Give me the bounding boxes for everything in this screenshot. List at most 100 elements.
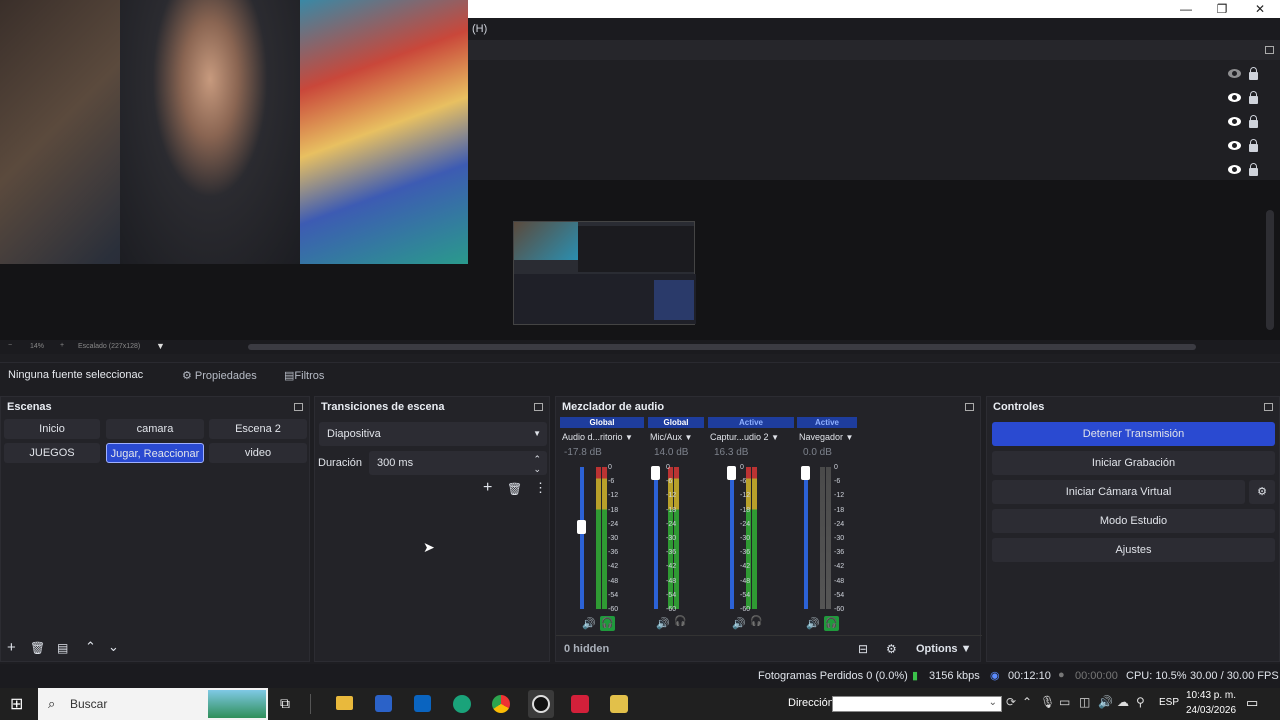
undock-icon[interactable] bbox=[1265, 46, 1274, 54]
channel-name[interactable]: Mic/Aux ▼ bbox=[650, 430, 706, 444]
volume-slider-track[interactable] bbox=[730, 467, 734, 609]
lock-icon[interactable] bbox=[1249, 115, 1258, 128]
visibility-icon[interactable] bbox=[1228, 141, 1241, 150]
source-row[interactable] bbox=[1226, 162, 1266, 180]
undock-icon[interactable] bbox=[1264, 403, 1273, 411]
windows-start-icon[interactable]: ⊞ bbox=[10, 694, 23, 714]
outlook-icon[interactable] bbox=[414, 695, 431, 712]
undock-icon[interactable] bbox=[294, 403, 303, 411]
menu-help[interactable]: (H) bbox=[472, 23, 487, 35]
source-row[interactable] bbox=[1226, 138, 1266, 156]
spin-down-icon[interactable]: ⌄ bbox=[533, 457, 541, 481]
visibility-icon[interactable] bbox=[1228, 69, 1241, 78]
stop-stream-button[interactable]: Detener Transmisión bbox=[992, 422, 1275, 446]
trash-icon[interactable]: 🗑 bbox=[507, 482, 522, 496]
scene-item[interactable]: camara bbox=[106, 419, 204, 439]
chevron-down-icon[interactable]: ▼ bbox=[685, 433, 693, 442]
chrome-icon[interactable] bbox=[492, 695, 510, 713]
zoom-in-button[interactable]: + bbox=[60, 342, 64, 349]
virtual-camera-settings-button[interactable]: ⚙ bbox=[1249, 480, 1275, 504]
filter-icon[interactable]: ▤ bbox=[57, 641, 68, 655]
mic-icon[interactable]: 🎙 bbox=[1040, 695, 1055, 709]
settings-button[interactable]: Ajustes bbox=[992, 538, 1275, 562]
scene-item[interactable]: Inicio bbox=[4, 419, 100, 439]
lock-icon[interactable] bbox=[1249, 91, 1258, 104]
channel-name[interactable]: Navegador ▼ bbox=[799, 430, 859, 444]
clock-time[interactable]: 10:43 p. m. bbox=[1186, 690, 1236, 701]
notifications-icon[interactable]: ▭ bbox=[1246, 695, 1258, 711]
app-red-icon[interactable] bbox=[571, 695, 589, 713]
close-button[interactable]: ✕ bbox=[1242, 0, 1278, 18]
mute-icon[interactable]: 🔊 bbox=[656, 617, 670, 630]
chevron-down-icon[interactable]: ▼ bbox=[771, 433, 779, 442]
volume-slider-track[interactable] bbox=[804, 467, 808, 609]
volume-icon[interactable]: 🔊 bbox=[1098, 695, 1113, 709]
scene-item[interactable]: Escena 2 bbox=[209, 419, 307, 439]
monitor-headphones-icon[interactable]: 🎧 bbox=[750, 616, 762, 627]
volume-slider-handle[interactable] bbox=[577, 519, 586, 534]
volume-slider-track[interactable] bbox=[654, 467, 658, 609]
add-icon[interactable]: + bbox=[7, 639, 16, 656]
more-icon[interactable]: ⋮ bbox=[534, 480, 547, 496]
layout-icon[interactable]: ⊟ bbox=[858, 642, 868, 656]
obs-taskbar-button[interactable] bbox=[528, 690, 554, 718]
preview-vscroll[interactable] bbox=[1266, 210, 1274, 330]
chevron-up-icon[interactable]: ⌃ bbox=[85, 639, 96, 655]
monitor-headphones-icon[interactable]: 🎧 bbox=[674, 616, 686, 627]
lock-icon[interactable] bbox=[1249, 67, 1258, 80]
tray-app-icon[interactable]: ◫ bbox=[1079, 695, 1090, 709]
scene-item-selected[interactable]: Jugar, Reaccionar bbox=[106, 443, 204, 463]
chevron-down-icon[interactable]: ▼ bbox=[625, 433, 633, 442]
add-icon[interactable]: + bbox=[483, 479, 492, 497]
channel-name[interactable]: Audio d...ritorio ▼ bbox=[562, 430, 646, 444]
preview-hscroll[interactable] bbox=[248, 344, 1196, 350]
store-icon[interactable] bbox=[375, 695, 392, 712]
app-yellow-icon[interactable] bbox=[610, 695, 628, 713]
properties-button[interactable]: ⚙ Propiedades bbox=[176, 365, 266, 387]
maximize-button[interactable]: ❐ bbox=[1204, 0, 1240, 18]
chevron-down-icon[interactable]: ⌄ bbox=[989, 697, 997, 708]
chevron-down-icon[interactable]: ▼ bbox=[846, 433, 854, 442]
monitor-headphones-icon[interactable]: 🎧 bbox=[600, 616, 615, 631]
volume-slider-handle[interactable] bbox=[727, 465, 736, 480]
minimize-button[interactable]: — bbox=[1168, 0, 1204, 18]
zoom-out-button[interactable]: − bbox=[8, 342, 12, 349]
undock-icon[interactable] bbox=[965, 403, 974, 411]
source-row[interactable] bbox=[1226, 114, 1266, 132]
edge-icon[interactable] bbox=[453, 695, 471, 713]
onedrive-icon[interactable]: ☁ bbox=[1117, 695, 1129, 709]
monitor-headphones-icon[interactable]: 🎧 bbox=[824, 616, 839, 631]
transition-select[interactable]: Diapositiva ▼ bbox=[319, 422, 547, 446]
channel-name[interactable]: Captur...udio 2 ▼ bbox=[710, 430, 796, 444]
chevron-down-icon[interactable]: ⌄ bbox=[108, 639, 119, 655]
visibility-icon[interactable] bbox=[1228, 165, 1241, 174]
refresh-icon[interactable]: ⟳ bbox=[1006, 695, 1016, 709]
address-input[interactable]: ⌄ bbox=[832, 696, 1002, 712]
visibility-icon[interactable] bbox=[1228, 117, 1241, 126]
network-icon[interactable]: ⚲ bbox=[1136, 695, 1145, 709]
virtual-camera-button[interactable]: Iniciar Cámara Virtual bbox=[992, 480, 1245, 504]
lock-icon[interactable] bbox=[1249, 139, 1258, 152]
lock-icon[interactable] bbox=[1249, 163, 1258, 176]
clock-date[interactable]: 24/03/2026 bbox=[1186, 705, 1236, 716]
source-row[interactable] bbox=[1226, 66, 1266, 84]
scale-dropdown-icon[interactable]: ▼ bbox=[156, 341, 165, 351]
mute-icon[interactable]: 🔊 bbox=[582, 617, 596, 630]
filters-button[interactable]: ▤Filtros bbox=[278, 365, 338, 387]
studio-mode-button[interactable]: Modo Estudio bbox=[992, 509, 1275, 533]
mute-icon[interactable]: 🔊 bbox=[806, 617, 820, 630]
duration-input[interactable]: 300 ms ⌃ ⌄ bbox=[369, 451, 547, 475]
trash-icon[interactable]: 🗑 bbox=[30, 641, 45, 655]
scene-item[interactable]: JUEGOS bbox=[4, 443, 100, 463]
mute-icon[interactable]: 🔊 bbox=[732, 617, 746, 630]
undock-icon[interactable] bbox=[534, 403, 543, 411]
source-row[interactable] bbox=[1226, 90, 1266, 108]
scene-item[interactable]: video bbox=[209, 443, 307, 463]
options-button[interactable]: Options ▼ bbox=[916, 643, 972, 655]
tray-expand-icon[interactable]: ⌃ bbox=[1022, 695, 1032, 709]
task-view-icon[interactable]: ⧉ bbox=[280, 695, 290, 712]
advanced-audio-icon[interactable]: ⚙ bbox=[886, 642, 897, 656]
file-explorer-icon[interactable] bbox=[336, 696, 353, 710]
start-recording-button[interactable]: Iniciar Grabación bbox=[992, 451, 1275, 475]
tray-app-icon[interactable]: ▭ bbox=[1059, 695, 1070, 709]
